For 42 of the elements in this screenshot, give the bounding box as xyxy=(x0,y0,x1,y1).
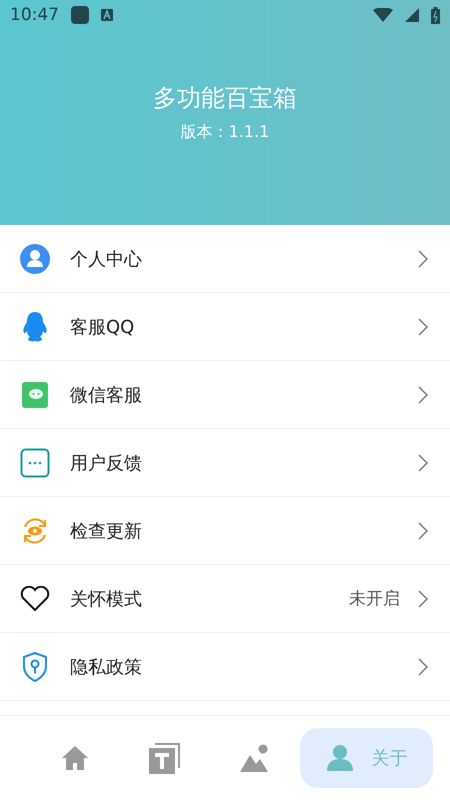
wifi-icon xyxy=(373,8,393,22)
home-icon[interactable] xyxy=(61,745,89,771)
tab-label: 关于 xyxy=(372,747,408,770)
chevron-icon xyxy=(418,522,428,540)
status-time: 10:47 xyxy=(10,5,59,25)
menu-row[interactable]: 隐私政策 xyxy=(0,633,450,701)
shield-icon xyxy=(22,652,48,682)
keyboard-icon xyxy=(101,9,113,21)
menu-row[interactable]: 用户反馈 xyxy=(0,429,450,497)
menu-row[interactable]: 个人中心 xyxy=(0,225,450,293)
menu-label: 关怀模式 xyxy=(70,588,143,610)
app-title: 多功能百宝箱 xyxy=(153,83,297,114)
user-icon[interactable] xyxy=(326,744,354,772)
menu-label: 检查更新 xyxy=(70,520,143,542)
user-icon xyxy=(20,244,50,274)
eye-refresh-icon xyxy=(21,516,49,544)
signal-icon xyxy=(405,8,419,22)
menu-row[interactable]: 检查更新 xyxy=(0,497,450,565)
menu-label: 客服QQ xyxy=(70,316,136,338)
menu-row[interactable]: 关怀模式 未开启 xyxy=(0,565,450,633)
menu-label: 微信客服 xyxy=(70,384,143,406)
chevron-icon xyxy=(418,318,428,336)
text-icon[interactable] xyxy=(149,742,181,774)
menu-row[interactable]: 微信客服 xyxy=(0,361,450,429)
menu-label: 用户反馈 xyxy=(70,452,143,474)
chevron-icon xyxy=(418,386,428,404)
picture-icon[interactable] xyxy=(240,744,270,772)
message-icon xyxy=(20,448,50,478)
battery-icon xyxy=(431,6,440,24)
menu-label: 个人中心 xyxy=(70,248,143,270)
version-text: 版本：1.1.1 xyxy=(180,122,270,143)
penguin-icon xyxy=(22,310,48,342)
chevron-icon xyxy=(418,454,428,472)
menu-value: 未开启 xyxy=(349,588,400,610)
app-icon xyxy=(71,6,89,24)
menu-row[interactable]: 客服QQ xyxy=(0,293,450,361)
chevron-icon xyxy=(418,590,428,608)
menu-label: 隐私政策 xyxy=(70,656,143,678)
heart-icon xyxy=(20,586,50,612)
chevron-icon xyxy=(418,658,428,676)
chevron-icon xyxy=(418,250,428,268)
chat-icon xyxy=(22,382,48,408)
